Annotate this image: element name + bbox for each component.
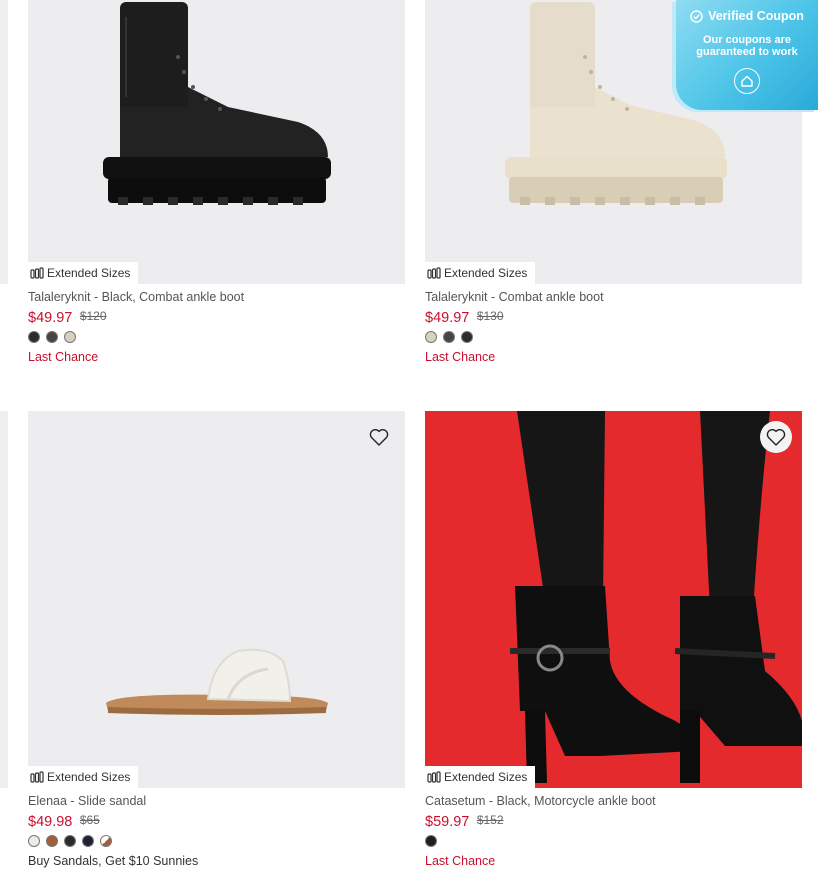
previous-card-edge bbox=[0, 0, 8, 284]
original-price: $65 bbox=[79, 813, 100, 827]
extended-sizes-badge: Extended Sizes bbox=[28, 262, 139, 284]
color-swatch[interactable] bbox=[443, 331, 455, 343]
badge-label: Extended Sizes bbox=[47, 266, 131, 280]
product-name[interactable]: Talaleryknit - Black, Combat ankle boot bbox=[28, 289, 405, 305]
color-swatch[interactable] bbox=[82, 835, 94, 847]
heart-icon bbox=[369, 429, 389, 446]
check-circle-icon bbox=[690, 9, 703, 23]
coupon-title: Verified Coupon bbox=[708, 9, 804, 23]
promo-label: Last Chance bbox=[425, 350, 496, 364]
sale-price: $49.97 bbox=[28, 310, 73, 326]
product-image[interactable]: Extended Sizes bbox=[28, 411, 405, 788]
color-swatch[interactable] bbox=[425, 331, 437, 343]
color-swatch[interactable] bbox=[425, 835, 437, 847]
coupon-header: Verified Coupon bbox=[676, 9, 818, 23]
coupon-action-icon bbox=[741, 75, 753, 87]
product-card[interactable]: Extended Sizes Talaleryknit - Black, Com… bbox=[28, 0, 405, 365]
coupon-action-button[interactable] bbox=[734, 68, 760, 94]
color-swatch[interactable] bbox=[64, 331, 76, 343]
extended-sizes-badge: Extended Sizes bbox=[28, 766, 139, 788]
product-image[interactable]: Extended Sizes bbox=[425, 411, 802, 788]
color-swatches bbox=[28, 835, 405, 847]
sale-price: $59.97 bbox=[425, 814, 470, 830]
sizes-icon bbox=[30, 267, 44, 279]
wishlist-button[interactable] bbox=[363, 421, 395, 453]
heart-icon bbox=[766, 429, 786, 446]
color-swatch[interactable] bbox=[28, 835, 40, 847]
promo-label: Buy Sandals, Get $10 Sunnies bbox=[28, 854, 199, 868]
extended-sizes-badge: Extended Sizes bbox=[425, 262, 536, 284]
coupon-subtitle: Our coupons are guaranteed to work bbox=[676, 34, 818, 58]
original-price: $120 bbox=[79, 309, 107, 323]
badge-label: Extended Sizes bbox=[47, 770, 131, 784]
product-image[interactable]: Extended Sizes bbox=[28, 0, 405, 284]
color-swatch[interactable] bbox=[64, 835, 76, 847]
black-motorcycle-boot-image bbox=[425, 411, 802, 788]
promo-label: Last Chance bbox=[28, 350, 99, 364]
white-slide-sandal-image bbox=[106, 648, 328, 715]
product-name[interactable]: Talaleryknit - Combat ankle boot bbox=[425, 289, 802, 305]
coupon-line-1: Our coupons are bbox=[702, 34, 792, 46]
original-price: $130 bbox=[476, 309, 504, 323]
price-row: $49.97 $130 bbox=[425, 307, 802, 326]
previous-card-edge bbox=[0, 411, 8, 788]
badge-label: Extended Sizes bbox=[444, 266, 528, 280]
price-row: $59.97 $152 bbox=[425, 811, 802, 830]
price-row: $49.97 $120 bbox=[28, 307, 405, 326]
sizes-icon bbox=[427, 771, 441, 783]
color-swatches bbox=[425, 835, 802, 847]
color-swatch[interactable] bbox=[46, 331, 58, 343]
verified-coupon-widget[interactable]: Verified Coupon Our coupons are guarante… bbox=[676, 0, 818, 110]
price-row: $49.98 $65 bbox=[28, 811, 405, 830]
original-price: $152 bbox=[476, 813, 504, 827]
sale-price: $49.97 bbox=[425, 310, 470, 326]
wishlist-button[interactable] bbox=[760, 421, 792, 453]
color-swatches bbox=[425, 331, 802, 343]
product-name[interactable]: Catasetum - Black, Motorcycle ankle boot bbox=[425, 793, 802, 809]
black-combat-boot-image bbox=[103, 2, 331, 205]
product-name[interactable]: Elenaa - Slide sandal bbox=[28, 793, 405, 809]
sale-price: $49.98 bbox=[28, 814, 73, 830]
sizes-icon bbox=[30, 771, 44, 783]
color-swatch[interactable] bbox=[100, 835, 112, 847]
color-swatch[interactable] bbox=[46, 835, 58, 847]
color-swatches bbox=[28, 331, 405, 343]
extended-sizes-badge: Extended Sizes bbox=[425, 766, 536, 788]
sizes-icon bbox=[427, 267, 441, 279]
promo-label: Last Chance bbox=[425, 854, 496, 868]
color-swatch[interactable] bbox=[28, 331, 40, 343]
coupon-line-2: guaranteed to work bbox=[696, 46, 798, 58]
color-swatch[interactable] bbox=[461, 331, 473, 343]
product-card[interactable]: Extended Sizes Elenaa - Slide sandal $49… bbox=[28, 411, 405, 869]
badge-label: Extended Sizes bbox=[444, 770, 528, 784]
product-card[interactable]: Extended Sizes Catasetum - Black, Motorc… bbox=[425, 411, 802, 869]
